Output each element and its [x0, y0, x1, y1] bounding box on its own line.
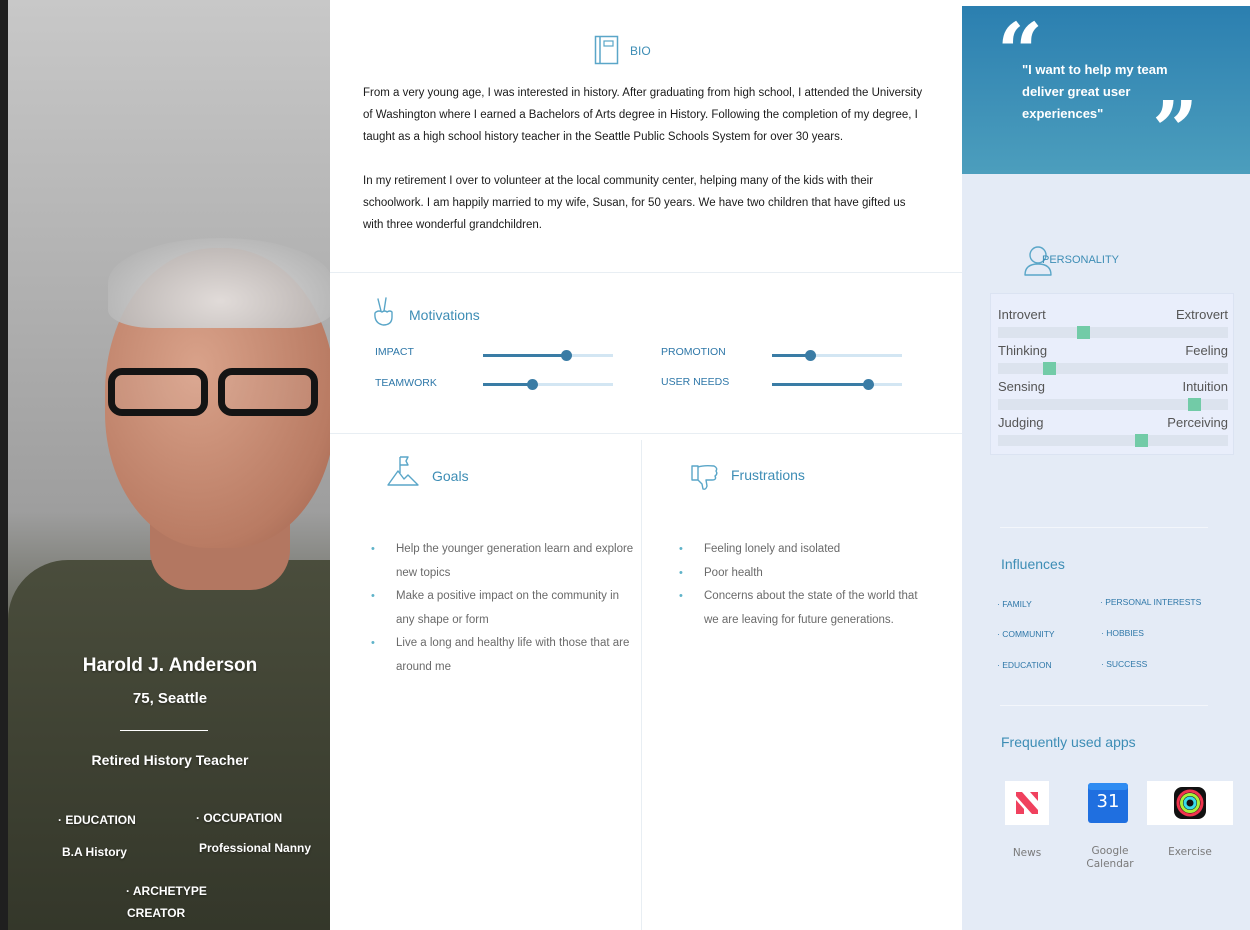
persona-age-location: 75, Seattle [132, 690, 208, 707]
motivation-label-impact: IMPACT [375, 346, 414, 358]
apps-title: Frequently used apps [1001, 734, 1136, 750]
motivation-slider-promotion[interactable] [772, 350, 902, 361]
trait-row-sensing-intuition: Sensing Intuition [998, 379, 1228, 394]
photo-glasses [100, 368, 325, 418]
frustrations-list: • Feeling lonely and isolated • Poor healt… [674, 538, 932, 632]
persona-name: Harold J. Anderson [82, 655, 258, 676]
occupation-value: Professional Nanny [199, 841, 312, 855]
summit-flag-icon [387, 456, 419, 486]
occupation-label: · OCCUPATION [196, 811, 283, 825]
bullet-icon: • [679, 590, 683, 602]
influence-success: · SUCCESS [1101, 659, 1148, 669]
education-label: · EDUCATION [58, 813, 136, 827]
trait-row-thinking-feeling: Thinking Feeling [998, 343, 1228, 358]
bullet-icon: • [679, 543, 683, 555]
trait-bar-thinking-feeling [998, 362, 1228, 375]
bullet-icon: • [679, 566, 683, 579]
trait-marker [1187, 398, 1201, 411]
trait-marker [1042, 362, 1056, 375]
influence-education: · EDUCATION [997, 660, 1052, 670]
right-separator-2 [1000, 705, 1208, 706]
trait-row-introvert-extrovert: Introvert Extrovert [998, 307, 1228, 322]
right-separator-1 [1000, 527, 1208, 528]
influence-hobbies: · HOBBIES [1101, 628, 1144, 638]
influences-title: Influences [1001, 556, 1065, 572]
trait-row-judging-perceiving: Judging Perceiving [998, 415, 1228, 430]
thumbs-down-icon [691, 464, 718, 490]
list-item: • Make a positive impact on the community… [366, 585, 634, 632]
news-app-tile[interactable] [1005, 781, 1049, 825]
trait-bar-introvert-extrovert [998, 326, 1228, 339]
motivation-label-promotion: PROMOTION [661, 346, 726, 358]
list-item: • Concerns about the state of the world t… [674, 585, 932, 632]
motivations-title: Motivations [409, 307, 480, 323]
peace-hand-icon [374, 297, 393, 326]
quote-text: "I want to help my team deliver great us… [1022, 62, 1168, 121]
motivation-slider-teamwork[interactable] [483, 379, 613, 390]
list-item: • Help the younger generation learn and e… [366, 538, 634, 585]
motivation-slider-impact[interactable] [483, 350, 613, 361]
news-app-icon [1016, 792, 1038, 814]
bio-paragraph-1: From a very young age, I was interested … [363, 87, 923, 143]
trait-bar-sensing-intuition [998, 398, 1228, 411]
archetype-label: · ARCHETYPE [126, 884, 207, 898]
photo-edge [0, 0, 8, 930]
exercise-app-label: Exercise [1168, 846, 1212, 858]
motivation-label-user-needs: USER NEEDS [661, 376, 730, 388]
name-divider [120, 730, 208, 731]
influence-community: · COMMUNITY [997, 629, 1055, 639]
list-item: • Feeling lonely and isolated [674, 538, 932, 562]
persona-role: Retired History Teacher [91, 752, 249, 768]
personality-title: PERSONALITY [1042, 254, 1120, 266]
bio-title: BIO [630, 44, 651, 58]
motivation-label-teamwork: TEAMWORK [375, 377, 437, 389]
motivations-separator [330, 433, 962, 434]
photo-shirt [8, 560, 330, 930]
trait-marker [1077, 326, 1091, 339]
list-item: • Poor health [674, 562, 932, 586]
goals-list: • Help the younger generation learn and e… [366, 538, 634, 679]
notebook-icon [594, 35, 619, 65]
google-calendar-app-label: Google Calendar [1086, 845, 1134, 870]
bio-paragraph-2: In my retirement I over to volunteer at … [363, 175, 906, 231]
exercise-app-tile[interactable] [1147, 781, 1233, 825]
trait-marker [1134, 434, 1148, 447]
frustrations-title: Frustrations [731, 467, 805, 483]
motivation-slider-user-needs[interactable] [772, 379, 902, 390]
education-value: B.A History [62, 845, 127, 859]
news-app-label: News [1012, 847, 1042, 859]
bio-text: From a very young age, I was interested … [363, 82, 923, 258]
photo-hair [108, 238, 330, 328]
goals-title: Goals [432, 468, 469, 484]
exercise-rings-app-icon [1174, 787, 1206, 819]
bullet-icon: • [371, 543, 375, 555]
list-item: • Live a long and healthy life with those… [366, 632, 634, 679]
archetype-value: CREATOR [127, 906, 186, 920]
bio-separator [330, 272, 962, 273]
influence-personal-interests: · PERSONAL INTERESTS [1100, 597, 1202, 607]
influence-family: · FAMILY [997, 599, 1032, 609]
trait-bar-judging-perceiving [998, 434, 1228, 447]
calendar-day-badge: 31 [1096, 791, 1120, 812]
google-calendar-app-tile[interactable]: 31 [1086, 781, 1130, 825]
bullet-icon: • [371, 590, 375, 602]
profile-photo-panel [0, 0, 330, 930]
goals-frustrations-divider [641, 440, 642, 930]
bullet-icon: • [371, 637, 375, 649]
